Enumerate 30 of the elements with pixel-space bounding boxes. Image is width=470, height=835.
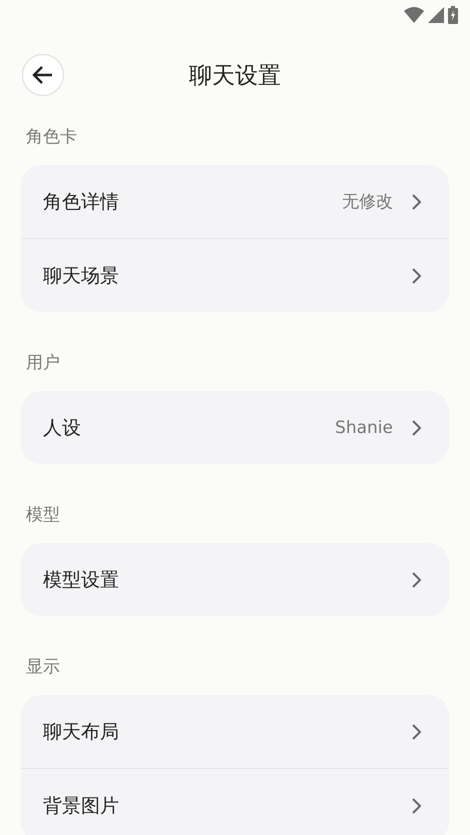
chevron-right-icon xyxy=(411,420,421,436)
row-label: 聊天布局 xyxy=(43,720,120,744)
settings-row[interactable]: 聊天场景 xyxy=(21,238,449,312)
section-heading: 显示 xyxy=(25,656,61,678)
settings-row[interactable]: 角色详情 无修改 xyxy=(21,165,449,238)
page-title: 聊天设置 xyxy=(189,62,281,90)
battery-icon xyxy=(448,6,458,24)
back-arrow-icon xyxy=(32,64,54,86)
row-label: 背景图片 xyxy=(43,794,120,818)
back-button[interactable] xyxy=(22,54,64,96)
chevron-right-icon xyxy=(411,572,421,588)
row-label: 模型设置 xyxy=(43,568,120,592)
settings-row[interactable]: 人设 Shanie xyxy=(21,391,449,464)
row-value: 无修改 xyxy=(342,191,393,213)
chevron-right-icon xyxy=(411,194,421,210)
chevron-right-icon xyxy=(411,724,421,740)
chevron-right-icon xyxy=(411,798,421,814)
wifi-icon xyxy=(404,7,424,23)
section-heading: 用户 xyxy=(25,352,61,374)
row-label: 人设 xyxy=(43,416,82,440)
settings-row[interactable]: 模型设置 xyxy=(21,543,449,616)
chevron-right-icon xyxy=(411,268,421,284)
section-heading: 模型 xyxy=(25,504,61,526)
row-value: Shanie xyxy=(335,418,393,438)
signal-icon xyxy=(428,7,444,23)
row-label: 角色详情 xyxy=(43,190,120,214)
settings-row[interactable]: 聊天布局 xyxy=(21,695,449,768)
row-label: 聊天场景 xyxy=(43,264,120,288)
settings-row[interactable]: 背景图片 xyxy=(21,768,449,835)
section-heading: 角色卡 xyxy=(25,126,78,148)
